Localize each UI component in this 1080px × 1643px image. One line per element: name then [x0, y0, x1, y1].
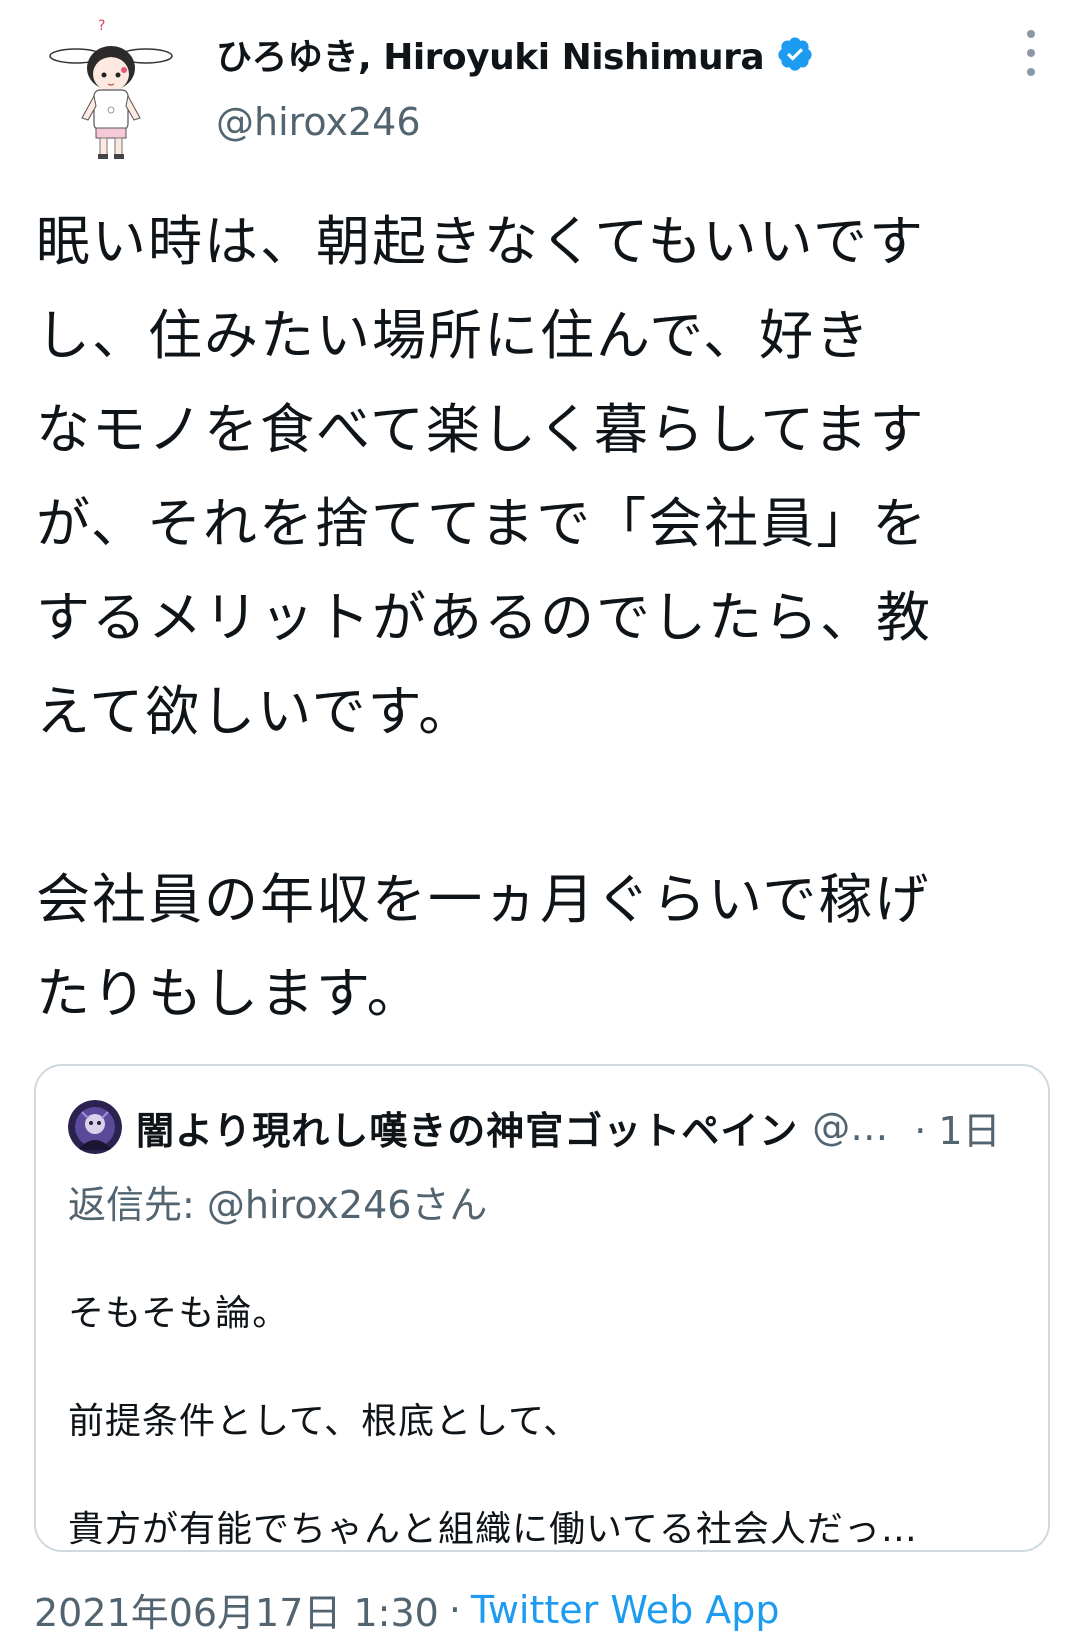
bunny-girl-avatar-icon: ? — [49, 18, 173, 159]
tweet-text-line: 眠い時は、朝起きなくてもいいです — [36, 210, 925, 273]
quoted-tweet-time: · 1日 — [914, 1108, 1001, 1153]
tweet-paragraph-1: 眠い時は、朝起きなくてもいいです し、住みたい場所に住んで、好き なモノを食べて… — [36, 195, 1046, 759]
quoted-text-line: そもそも論。 — [68, 1293, 290, 1334]
quoted-text-line: 貴方が有能でちゃんと組織に働いてる社会人だっ… — [68, 1509, 918, 1550]
more-dot — [1027, 30, 1035, 38]
quoted-tweet-card[interactable]: 闇より現れし嘆きの神官ゴットペイン @… · 1日 返信先: @hirox246… — [34, 1064, 1050, 1552]
reply-handle-link[interactable]: @hirox246さん — [207, 1183, 488, 1227]
quoted-author-avatar[interactable] — [68, 1100, 122, 1154]
more-dot — [1027, 49, 1035, 57]
reply-context: 返信先: @hirox246さん — [68, 1174, 487, 1229]
quoted-text-line: 前提条件として、根底として、 — [68, 1401, 581, 1442]
dark-priest-avatar-icon — [68, 1100, 122, 1154]
more-options-icon[interactable] — [1016, 30, 1046, 76]
quoted-tweet-header: 闇より現れし嘆きの神官ゴットペイン @… · 1日 — [136, 1098, 1036, 1156]
tweet-paragraph-2: 会社員の年収を一ヵ月ぐらいで稼げ たりもします。 — [36, 853, 1046, 1041]
svg-text:?: ? — [98, 18, 105, 34]
tweet-text-line: なモノを食べて楽しく暮らしてます — [36, 398, 926, 461]
tweet-text-line: するメリットがあるのでしたら、教 — [36, 586, 932, 649]
tweet-text-line: し、住みたい場所に住んで、好き — [36, 304, 872, 367]
tweet-timestamp[interactable]: 2021年06月17日 1:30 — [34, 1582, 439, 1637]
author-name-row[interactable]: ひろゆき, Hiroyuki Nishimura — [216, 28, 814, 80]
quoted-author-handle[interactable]: @… — [812, 1105, 888, 1149]
more-dot — [1027, 68, 1035, 76]
quoted-tweet-text: そもそも論。 前提条件として、根底として、 貴方が有能でちゃんと組織に働いてる社… — [68, 1260, 1028, 1584]
tweet-text-line: たりもします。 — [36, 962, 423, 1025]
tweet-text-line: 会社員の年収を一ヵ月ぐらいで稼げ — [36, 868, 931, 931]
reply-prefix: 返信先: — [68, 1183, 207, 1227]
tweet-source-link[interactable]: Twitter Web App — [471, 1588, 780, 1632]
tweet-footer: 2021年06月17日 1:30 · Twitter Web App — [34, 1582, 780, 1637]
tweet-text: 眠い時は、朝起きなくてもいいです し、住みたい場所に住んで、好き なモノを食べて… — [36, 195, 1046, 1041]
tweet-text-line: が、それを捨ててまで「会社員」を — [36, 492, 929, 555]
author-avatar[interactable]: ? — [48, 18, 176, 168]
footer-separator: · — [448, 1587, 461, 1632]
tweet-text-line: えて欲しいです。 — [36, 680, 475, 743]
verified-badge-icon — [776, 35, 814, 73]
author-display-name[interactable]: ひろゆき, Hiroyuki Nishimura — [216, 28, 765, 80]
quoted-author-name[interactable]: 闇より現れし嘆きの神官ゴットペイン — [136, 1100, 798, 1155]
author-handle[interactable]: @hirox246 — [216, 100, 421, 144]
tweet-detail: ? ひろゆき, Hiroyuki Nishimura @hirox246 眠い時… — [0, 0, 1080, 1643]
